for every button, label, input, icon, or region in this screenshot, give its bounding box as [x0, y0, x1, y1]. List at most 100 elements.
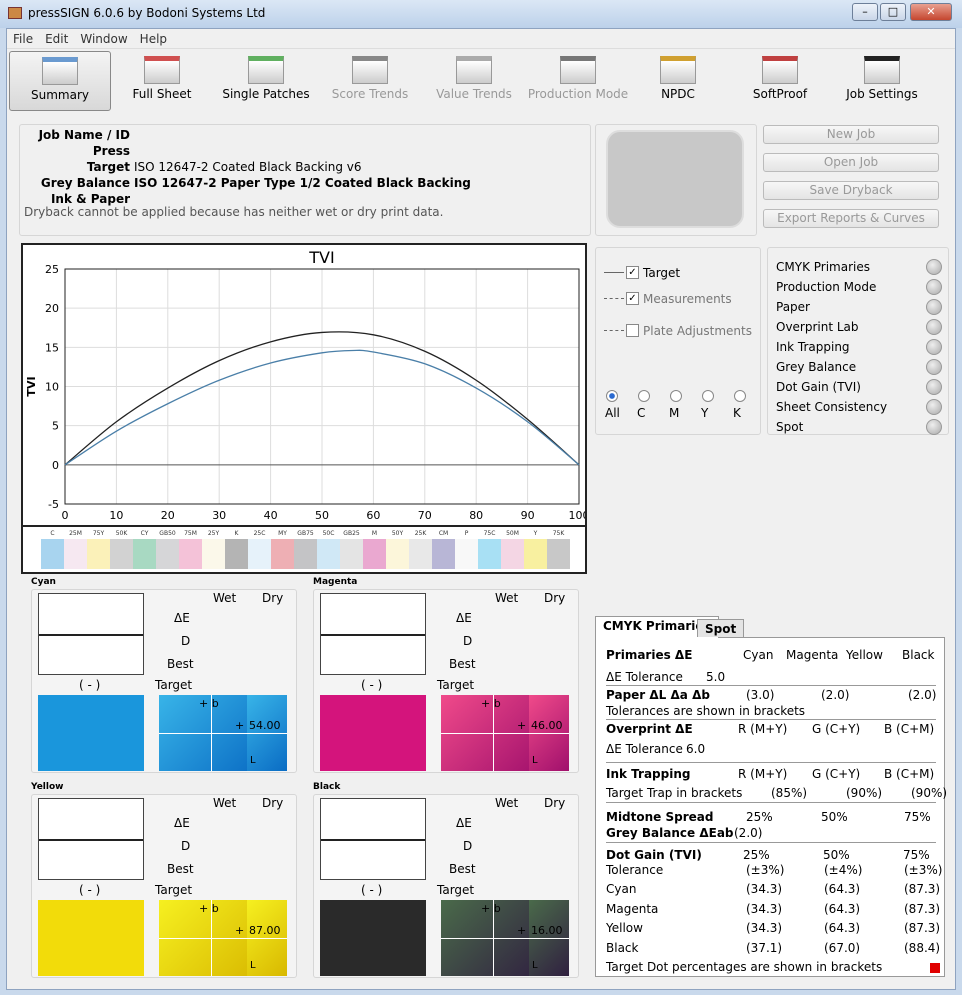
tab-spot[interactable]: Spot [697, 619, 745, 637]
dry-value: 16.00 [531, 924, 563, 937]
patch-swatch [179, 539, 202, 569]
patch-swatch [271, 539, 294, 569]
tolerance-label: ΔE Tolerance [606, 742, 683, 756]
x-tick-label: 10 [109, 509, 123, 522]
x-tick-label: 80 [469, 509, 483, 522]
patch[interactable]: Y [524, 530, 547, 569]
col-header: 50% [821, 810, 848, 824]
menu-bar: File Edit Window Help [7, 29, 955, 49]
toolbar-full-sheet[interactable]: Full Sheet [111, 51, 213, 111]
patch[interactable]: 25M [64, 530, 87, 569]
toolbar-summary[interactable]: Summary [9, 51, 111, 111]
new-job-button[interactable]: New Job [763, 125, 939, 144]
toolbar-production-mode[interactable]: Production Mode [527, 51, 629, 111]
dry-label: Dry [262, 591, 284, 605]
patch-label: 25K [414, 530, 427, 537]
checkbox-target[interactable]: ✓ [626, 266, 639, 279]
radio-k[interactable] [734, 390, 746, 402]
patch-swatch [225, 539, 248, 569]
job-field-label: Target [86, 160, 130, 174]
toolbar-value-trends[interactable]: Value Trends [423, 51, 525, 111]
y-axis-label: TVI [25, 376, 38, 396]
x-tick-label: 100 [569, 509, 586, 522]
col-header: 75% [903, 848, 930, 862]
dry-label: Dry [544, 591, 566, 605]
patch-label: MY [278, 530, 287, 537]
toolbar-score-trends[interactable]: Score Trends [319, 51, 421, 111]
checkbox-label: Measurements [643, 292, 732, 306]
minimize-button[interactable]: – [852, 3, 878, 21]
patch[interactable]: 25Y [202, 530, 225, 569]
col-header: Yellow [846, 648, 883, 662]
patch[interactable]: CY [133, 530, 156, 569]
toolbar-softproof[interactable]: SoftProof [729, 51, 831, 111]
patch[interactable]: GB25 [340, 530, 363, 569]
save-dryback-button[interactable]: Save Dryback [763, 181, 939, 200]
title-bar: pressSIGN 6.0.6 by Bodoni Systems Ltd – … [0, 0, 962, 28]
export-reports-curves-button[interactable]: Export Reports & Curves [763, 209, 939, 228]
patch-label: GB25 [343, 530, 360, 537]
ink-name: Cyan [31, 577, 56, 587]
patch[interactable]: CM [432, 530, 455, 569]
main-window: File Edit Window Help Job Name / ID Press Tar… [6, 28, 956, 990]
checkbox-measurements[interactable]: ✓ [626, 292, 639, 305]
toolbar-npdc[interactable]: NPDC [627, 51, 729, 111]
patch[interactable]: C [41, 530, 64, 569]
patch[interactable]: 75M [179, 530, 202, 569]
checkbox-plate-adjustments[interactable] [626, 324, 639, 337]
toolbar-single-patches[interactable]: Single Patches [215, 51, 317, 111]
menu-help[interactable]: Help [134, 29, 173, 46]
patch[interactable]: 25K [409, 530, 432, 569]
patch[interactable]: 50Y [386, 530, 409, 569]
dotgain-row-name: Magenta [606, 901, 659, 916]
patch[interactable]: 75C [478, 530, 501, 569]
density-label: D [181, 839, 191, 853]
best-label: Best [449, 657, 476, 671]
open-job-button[interactable]: Open Job [763, 153, 939, 172]
patch[interactable]: 75Y [87, 530, 110, 569]
patch-swatch [363, 539, 386, 569]
radio-c[interactable] [638, 390, 650, 402]
ink-panel-cyan: Cyan Wet Dry ΔE D Best( - ) Target + b + a 54.00 L [21, 577, 301, 777]
menu-file[interactable]: File [7, 29, 39, 46]
y-tick-label: 5 [52, 420, 59, 433]
radio-m[interactable] [670, 390, 682, 402]
toolbar-label: Production Mode [527, 87, 629, 101]
toolbar-job-settings[interactable]: Job Settings [831, 51, 933, 111]
menu-window[interactable]: Window [74, 29, 133, 46]
summary-table: Primaries ΔE Cyan Magenta Yellow Black ΔE Tol… [595, 637, 947, 977]
status-led-icon [926, 379, 942, 395]
patch[interactable]: 50M [501, 530, 524, 569]
ink-name: Magenta [313, 577, 358, 587]
radio-all[interactable] [606, 390, 618, 402]
patch[interactable]: 50C [317, 530, 340, 569]
patch[interactable]: 75K [547, 530, 570, 569]
patch[interactable]: 25C [248, 530, 271, 569]
col-header: R (M+Y) [738, 767, 788, 781]
dotgain-title: Dot Gain (TVI) [606, 848, 702, 862]
patch-label: 25C [253, 530, 266, 537]
paper-note: Tolerances are shown in brackets [606, 704, 806, 718]
patch[interactable]: P [455, 530, 478, 569]
col-header: G (C+Y) [812, 767, 861, 781]
toolbar-label: Value Trends [436, 87, 512, 101]
paper-tolerance: (2.0) [908, 688, 937, 702]
paper-tolerance: (2.0) [821, 688, 850, 702]
menu-edit[interactable]: Edit [39, 29, 74, 46]
status-indicator-icon [930, 963, 940, 973]
radio-y[interactable] [702, 390, 714, 402]
patch[interactable]: K [225, 530, 248, 569]
delta-e-label: ΔE [456, 611, 472, 625]
col-header: B (C+M) [884, 722, 935, 736]
patch[interactable]: GB50 [156, 530, 179, 569]
x-tick-label: 0 [62, 509, 69, 522]
maximize-button[interactable]: □ [880, 3, 906, 21]
col-header: 25% [743, 848, 770, 862]
patch[interactable]: MY [271, 530, 294, 569]
status-item-label: Grey Balance [776, 360, 857, 374]
toolbar-label: Job Settings [846, 87, 918, 101]
patch[interactable]: 50K [110, 530, 133, 569]
patch[interactable]: M [363, 530, 386, 569]
patch[interactable]: GB75 [294, 530, 317, 569]
close-button[interactable]: ✕ [910, 3, 952, 21]
